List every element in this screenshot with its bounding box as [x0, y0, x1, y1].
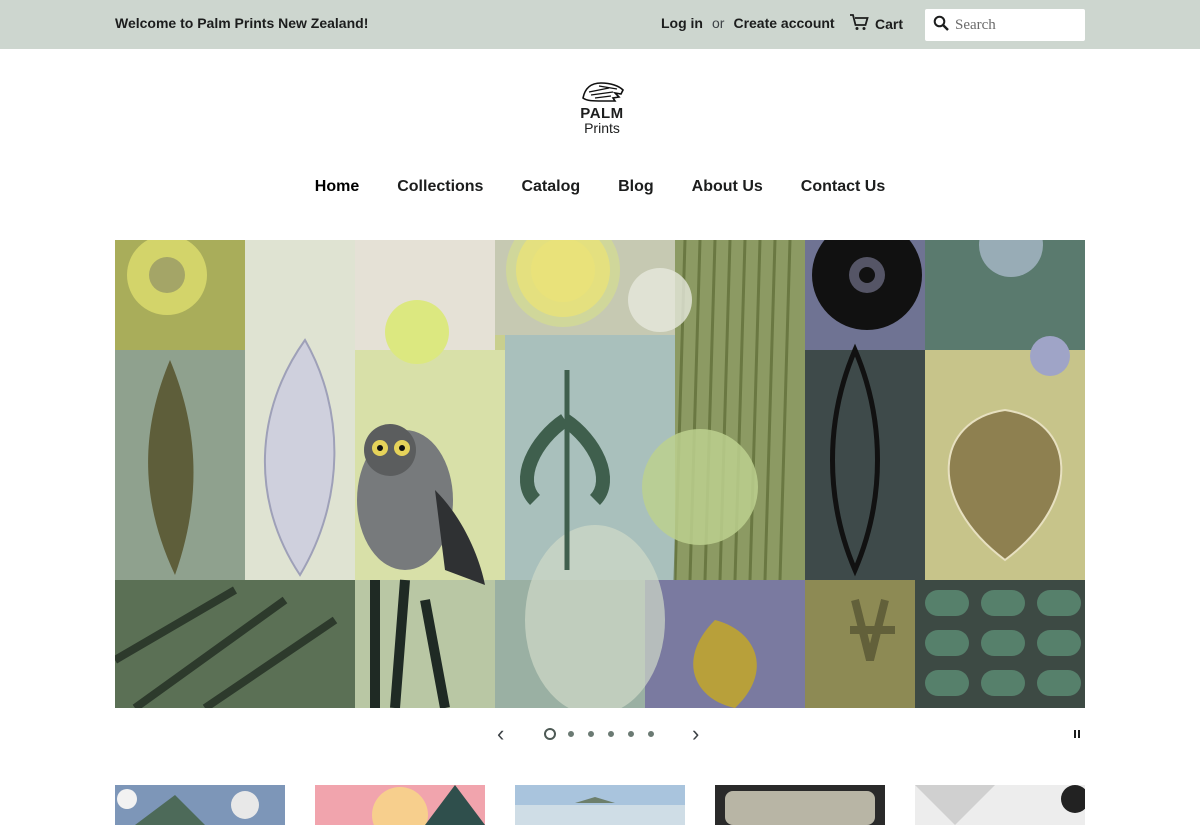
nav-item-about-us[interactable]: About Us	[692, 178, 763, 196]
site-logo[interactable]: PALM Prints	[577, 80, 627, 136]
chevron-left-icon[interactable]: ‹	[497, 723, 504, 745]
slide-dot-4[interactable]	[606, 729, 616, 739]
create-account-link[interactable]: Create account	[733, 15, 834, 31]
collection-thumbnail-5[interactable]	[915, 785, 1085, 825]
or-text: or	[712, 15, 725, 31]
search-icon[interactable]	[933, 15, 949, 36]
collection-thumbnail-1[interactable]	[115, 785, 285, 825]
slide-dot-6[interactable]	[646, 729, 656, 739]
announcement-bar: Welcome to Palm Prints New Zealand! Log …	[0, 0, 1200, 49]
search-box	[925, 9, 1085, 41]
account-links: Log in or Create account	[661, 15, 835, 31]
welcome-message: Welcome to Palm Prints New Zealand!	[115, 15, 369, 31]
slideshow-controls: ‹ ›	[0, 722, 1200, 746]
main-nav: Home Collections Catalog Blog About Us C…	[0, 178, 1200, 196]
slide-dot-1[interactable]	[544, 728, 556, 740]
nav-item-catalog[interactable]: Catalog	[521, 178, 580, 196]
cart-icon	[849, 13, 869, 34]
logo-line1: PALM	[580, 105, 624, 122]
slide-dot-5[interactable]	[626, 729, 636, 739]
logo-line2: Prints	[584, 120, 620, 136]
nav-item-collections[interactable]: Collections	[397, 178, 483, 196]
collection-thumbnails	[115, 785, 1085, 825]
nav-item-blog[interactable]: Blog	[618, 178, 654, 196]
cart-label: Cart	[875, 15, 904, 32]
palm-hand-logo-icon	[582, 82, 624, 102]
login-link[interactable]: Log in	[661, 15, 703, 31]
slide-dots	[544, 728, 656, 740]
search-input[interactable]	[955, 16, 1075, 34]
collection-thumbnail-3[interactable]	[515, 785, 685, 825]
collection-thumbnail-4[interactable]	[715, 785, 885, 825]
slide-dot-3[interactable]	[586, 729, 596, 739]
hero-slide-image[interactable]	[115, 240, 1085, 708]
chevron-right-icon[interactable]: ›	[692, 723, 699, 745]
slide-dot-2[interactable]	[566, 729, 576, 739]
nav-item-contact-us[interactable]: Contact Us	[801, 178, 885, 196]
nav-item-home[interactable]: Home	[315, 178, 359, 196]
cart-link[interactable]: Cart	[849, 13, 903, 34]
pause-icon[interactable]	[1074, 730, 1080, 738]
collection-thumbnail-2[interactable]	[315, 785, 485, 825]
